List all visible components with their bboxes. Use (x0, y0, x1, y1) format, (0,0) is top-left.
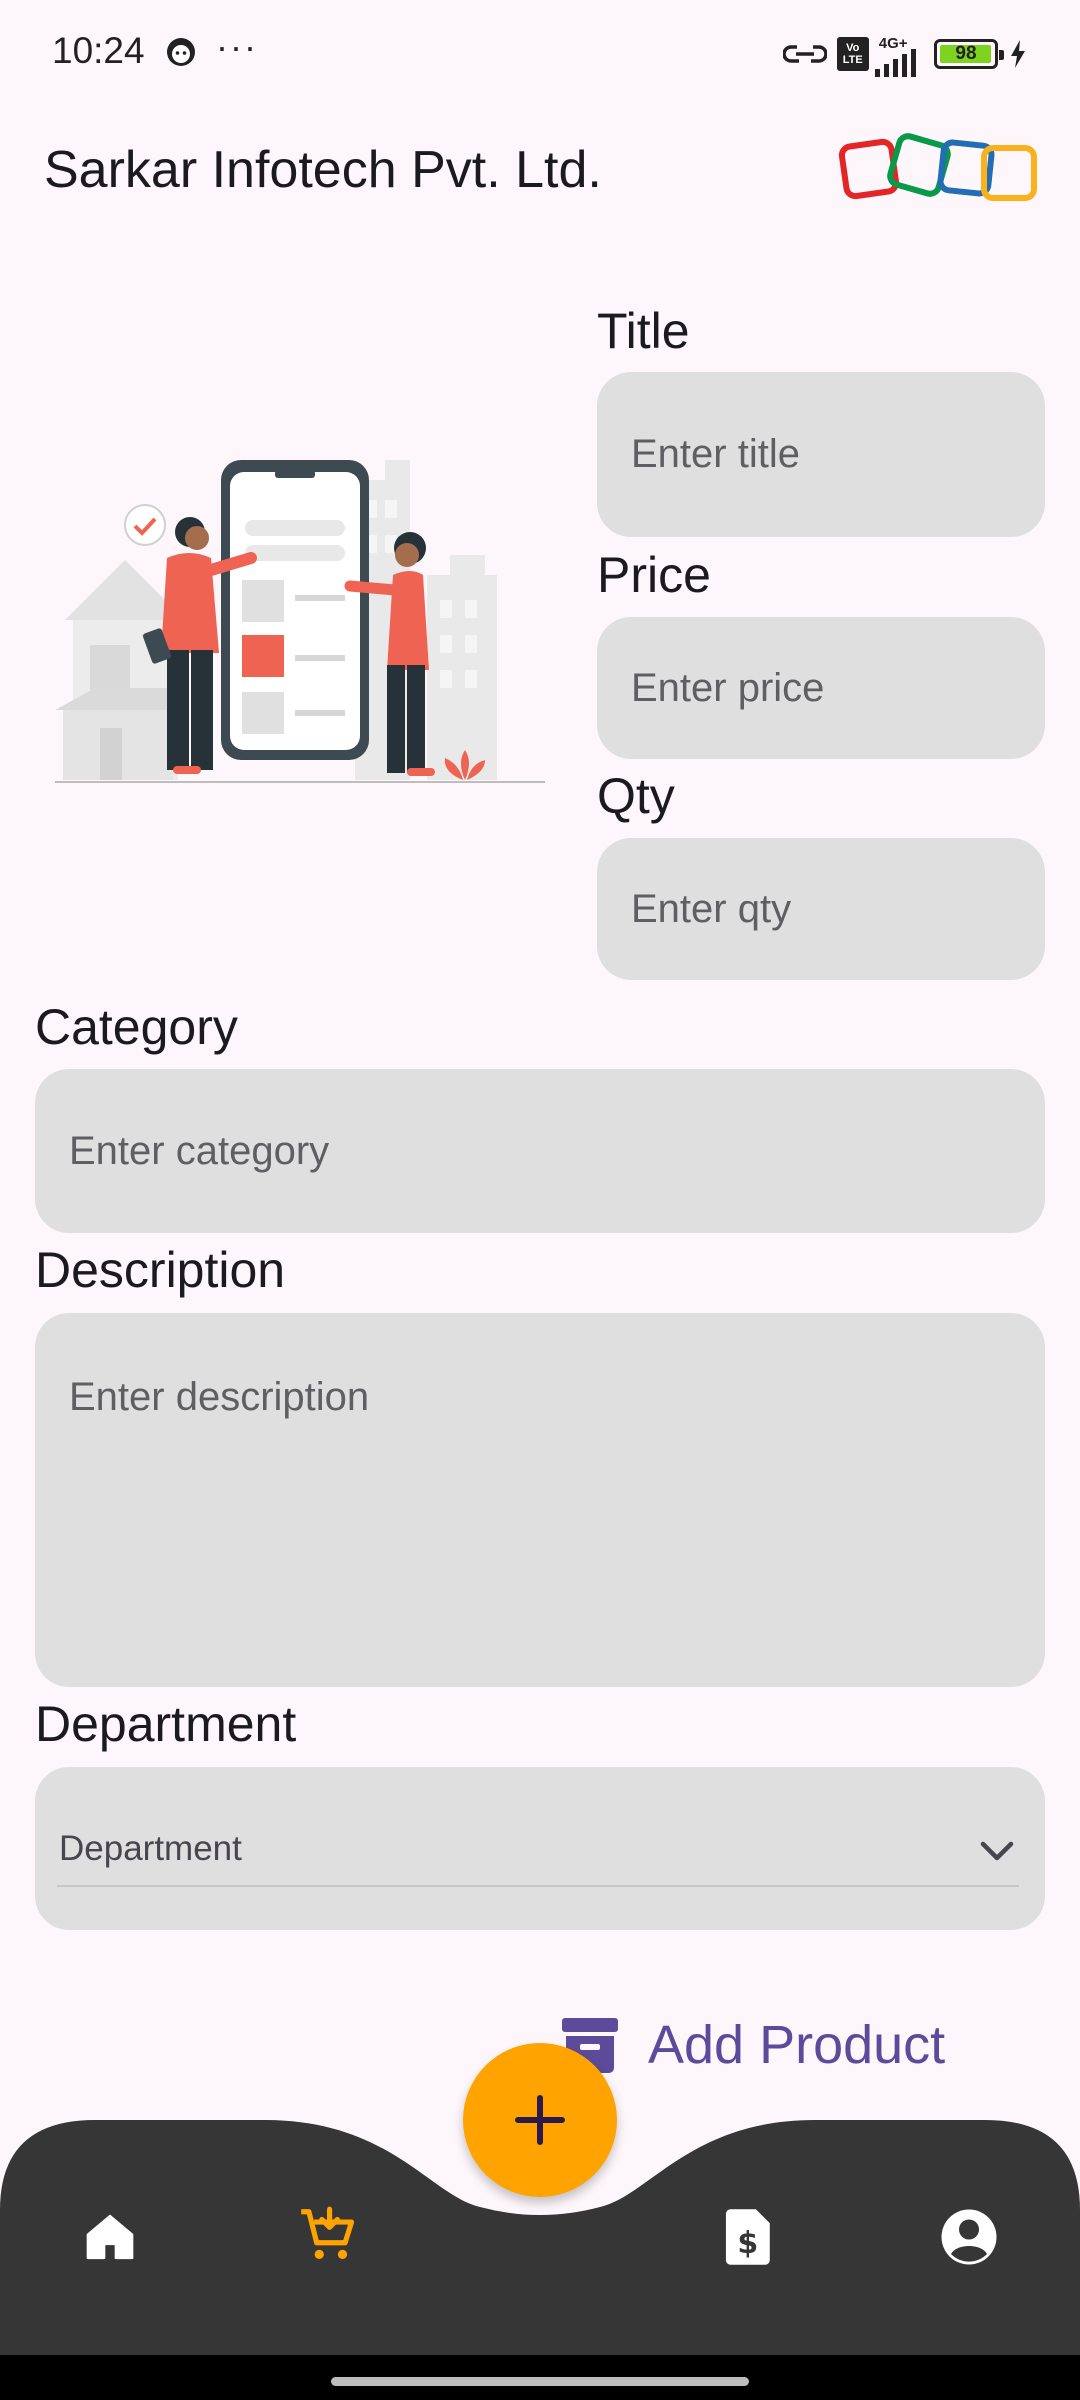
dropdown-underline (57, 1885, 1019, 1887)
add-product-label: Add Product (648, 2015, 946, 2075)
category-field[interactable]: Enter category (35, 1069, 1045, 1233)
add-fab-button[interactable] (463, 2043, 617, 2197)
department-dropdown[interactable]: Department (35, 1767, 1045, 1930)
qty-field[interactable]: Enter qty (597, 838, 1045, 980)
department-label: Department (35, 1696, 297, 1752)
category-label: Category (35, 999, 238, 1055)
price-field[interactable]: Enter price (597, 617, 1045, 759)
home-gesture-handle[interactable] (331, 2377, 749, 2386)
volte-top-text: Vo (846, 42, 860, 54)
battery-icon: 98 (934, 39, 1004, 69)
cart-add-icon (301, 2206, 355, 2260)
account-icon (941, 2209, 997, 2265)
volte-icon: Vo LTE (836, 37, 869, 71)
nav-invoice[interactable]: $ (714, 2202, 784, 2272)
charging-icon (1011, 40, 1025, 68)
price-label: Price (597, 547, 711, 603)
volte-bottom-text: LTE (842, 54, 863, 66)
department-select-value: Department (59, 1829, 242, 1868)
battery-cap (999, 50, 1004, 60)
plus-icon (515, 2095, 565, 2145)
home-icon (86, 2214, 134, 2260)
invoice-dollar-icon: $ (725, 2209, 770, 2265)
gesture-bar-area (0, 2355, 1080, 2400)
add-product-button[interactable]: Add Product (560, 2010, 945, 2080)
title-label: Title (597, 303, 690, 359)
nav-account[interactable] (934, 2202, 1004, 2272)
signal-icon: 4G+ (874, 35, 924, 77)
chevron-down-icon (980, 1841, 1014, 1861)
hotspot-link-icon (782, 45, 827, 63)
status-time: 10:24 (52, 30, 145, 71)
svg-text:$: $ (737, 2226, 758, 2261)
face-notification-icon (167, 38, 195, 66)
description-label: Description (35, 1242, 286, 1298)
battery-percent: 98 (955, 43, 977, 64)
description-field[interactable]: Enter description (35, 1313, 1045, 1687)
status-bar: 10:24 ··· Vo LTE 4G+ 98 (0, 0, 1080, 110)
nav-cart[interactable] (292, 2200, 362, 2270)
qty-label: Qty (597, 768, 675, 824)
page-title: Sarkar Infotech Pvt. Ltd. (44, 141, 602, 199)
nav-home[interactable] (75, 2202, 145, 2272)
title-field[interactable]: Enter title (597, 372, 1045, 537)
more-notifications-icon: ··· (216, 26, 258, 67)
company-logo (838, 133, 1037, 201)
product-illustration (55, 460, 545, 783)
